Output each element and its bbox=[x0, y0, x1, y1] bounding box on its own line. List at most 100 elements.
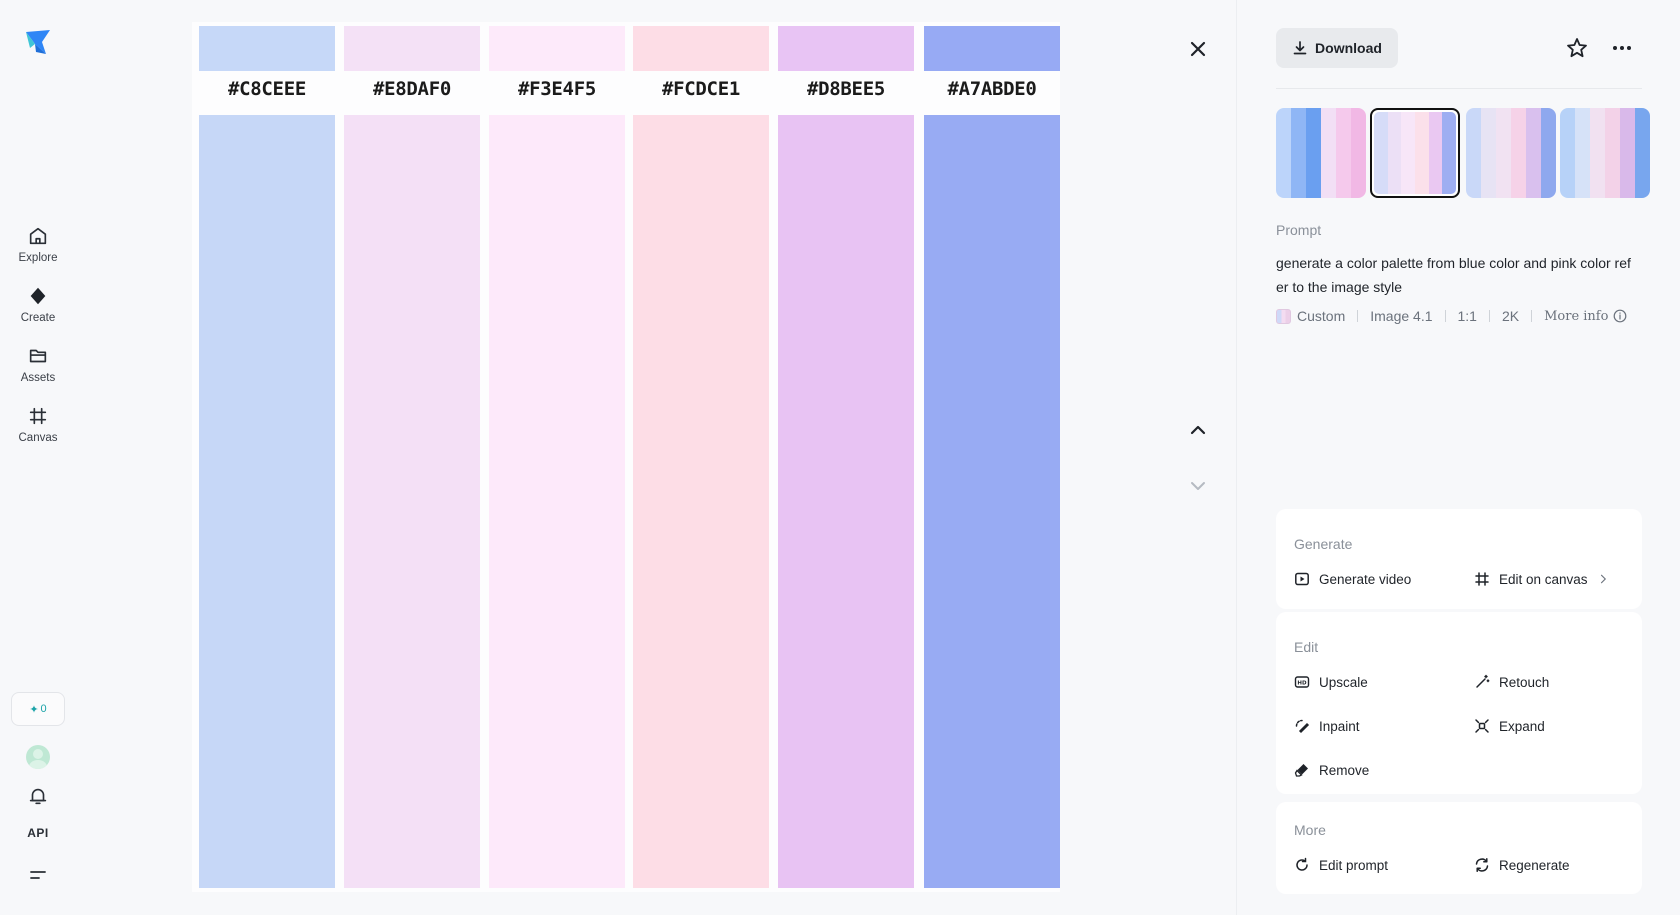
retouch-label: Retouch bbox=[1499, 674, 1550, 690]
credits-badge[interactable]: ✦ 0 bbox=[11, 692, 65, 726]
video-play-icon bbox=[1295, 572, 1309, 586]
close-icon[interactable] bbox=[1185, 36, 1211, 62]
thumbnail-stripe bbox=[1590, 108, 1605, 198]
palette-swatch: #C8CEEE bbox=[199, 26, 335, 888]
thumbnail-stripe bbox=[1560, 108, 1575, 198]
nav-canvas[interactable]: Canvas bbox=[6, 405, 70, 455]
meta-separator bbox=[1357, 310, 1359, 322]
style-thumbnail bbox=[1276, 308, 1291, 324]
more-title: More bbox=[1294, 822, 1326, 838]
app-logo-icon[interactable] bbox=[22, 26, 54, 58]
swatch-hex-label: #F3E4F5 bbox=[518, 78, 596, 100]
svg-text:HD: HD bbox=[1297, 681, 1307, 687]
regenerate-icon bbox=[1475, 858, 1489, 872]
home-icon bbox=[29, 227, 47, 245]
palette-swatch: #D8BEE5 bbox=[778, 26, 914, 888]
edit-on-canvas-button[interactable]: Edit on canvas bbox=[1474, 571, 1609, 587]
swatch-color-band bbox=[633, 115, 769, 888]
swatch-color-chip bbox=[633, 26, 769, 71]
meta-resolution: 2K bbox=[1501, 308, 1520, 324]
download-icon bbox=[1293, 41, 1307, 55]
swatch-hex-label: #E8DAF0 bbox=[373, 78, 451, 100]
panel-separator bbox=[1276, 88, 1642, 89]
thumbnail-stripe bbox=[1620, 108, 1635, 198]
inpaint-button[interactable]: Inpaint bbox=[1294, 718, 1360, 734]
image-thumbnail[interactable] bbox=[1466, 108, 1556, 198]
expand-button[interactable]: Expand bbox=[1474, 718, 1545, 734]
nav-create-label: Create bbox=[20, 312, 56, 324]
swatch-hex-label: #C8CEEE bbox=[228, 78, 306, 100]
swatch-color-chip bbox=[344, 26, 480, 71]
info-icon[interactable] bbox=[1613, 309, 1627, 323]
chevron-up-icon[interactable] bbox=[1185, 417, 1211, 443]
panel-divider bbox=[1236, 0, 1237, 915]
image-thumbnail[interactable] bbox=[1276, 108, 1366, 198]
meta-separator bbox=[1488, 310, 1490, 322]
image-thumbnail[interactable] bbox=[1560, 108, 1650, 198]
download-label: Download bbox=[1315, 40, 1382, 56]
generate-card: Generate Generate video Edit on canvas bbox=[1276, 509, 1642, 609]
thumbnail-stripe bbox=[1541, 108, 1556, 198]
thumbnail-stripe bbox=[1336, 108, 1351, 198]
regenerate-label: Regenerate bbox=[1499, 857, 1570, 873]
more-options-icon[interactable] bbox=[1610, 36, 1634, 60]
remove-label: Remove bbox=[1319, 762, 1370, 778]
edit-prompt-icon bbox=[1296, 857, 1308, 871]
image-thumbnail[interactable] bbox=[1370, 108, 1460, 198]
nav-create[interactable]: Create bbox=[6, 285, 70, 335]
meta-separator bbox=[1444, 310, 1446, 322]
expand-label: Expand bbox=[1499, 718, 1545, 734]
edit-prompt-label: Edit prompt bbox=[1319, 857, 1389, 873]
generation-meta: Custom Image 4.1 1:1 2K More info bbox=[1276, 307, 1627, 325]
thumbnail-stripe bbox=[1466, 108, 1481, 198]
hd-icon: HD bbox=[1294, 676, 1310, 688]
chevron-down-icon[interactable] bbox=[1185, 473, 1211, 499]
thumbnail-stripe bbox=[1351, 108, 1366, 198]
swatch-hex-label: #A7ABDE0 bbox=[947, 78, 1037, 100]
inpaint-brush-icon bbox=[1295, 719, 1310, 734]
thumbnail-stripe bbox=[1276, 108, 1291, 198]
nav-assets[interactable]: Assets bbox=[6, 345, 70, 395]
collapse-menu-icon[interactable] bbox=[29, 867, 47, 883]
thumbnail-stripe bbox=[1526, 108, 1541, 198]
generate-video-button[interactable]: Generate video bbox=[1294, 571, 1411, 587]
create-diamond-icon bbox=[30, 287, 46, 305]
regenerate-button[interactable]: Regenerate bbox=[1474, 857, 1570, 873]
chevron-right-icon bbox=[1600, 574, 1606, 584]
thumbnail-stripe bbox=[1415, 112, 1429, 194]
remove-button[interactable]: Remove bbox=[1294, 762, 1369, 778]
edit-title: Edit bbox=[1294, 639, 1319, 655]
nav-canvas-label: Canvas bbox=[18, 432, 58, 444]
swatch-color-band bbox=[199, 115, 335, 888]
upscale-button[interactable]: HD Upscale bbox=[1294, 674, 1368, 690]
thumbnail-stripe bbox=[1306, 108, 1321, 198]
retouch-button[interactable]: Retouch bbox=[1474, 674, 1549, 690]
generate-title: Generate bbox=[1294, 536, 1353, 552]
more-card: More Edit prompt Regenerate bbox=[1276, 802, 1642, 894]
palette-swatch: #F3E4F5 bbox=[489, 26, 625, 888]
api-link[interactable]: API bbox=[20, 826, 56, 840]
meta-model: Image 4.1 bbox=[1370, 308, 1433, 324]
star-icon[interactable] bbox=[1565, 36, 1589, 60]
edit-prompt-button[interactable]: Edit prompt bbox=[1294, 857, 1388, 873]
palette-swatch: #FCDCE1 bbox=[633, 26, 769, 888]
thumbnail-stripe bbox=[1428, 112, 1443, 194]
sparkle-icon: ✦ bbox=[29, 703, 39, 716]
meta-style: Custom bbox=[1297, 308, 1346, 324]
download-button[interactable]: Download bbox=[1276, 28, 1398, 68]
expand-icon bbox=[1475, 719, 1489, 733]
swatch-color-chip bbox=[199, 26, 335, 71]
thumbnail-stripe bbox=[1442, 112, 1456, 194]
bell-icon[interactable] bbox=[27, 785, 49, 807]
more-info-link[interactable]: More info bbox=[1544, 309, 1608, 324]
swatch-hex-label: #D8BEE5 bbox=[807, 78, 885, 100]
thumbnail-stripe bbox=[1575, 108, 1590, 198]
swatch-color-band bbox=[924, 115, 1060, 888]
user-avatar[interactable] bbox=[26, 745, 50, 769]
swatch-hex-label: #FCDCE1 bbox=[662, 78, 740, 100]
nav-explore[interactable]: Explore bbox=[6, 225, 70, 275]
credits-count: 0 bbox=[40, 703, 47, 715]
eraser-icon bbox=[1294, 764, 1308, 777]
thumbnail-stripe bbox=[1481, 108, 1496, 198]
edit-card: Edit HD Upscale Retouch Inpaint Expand R… bbox=[1276, 612, 1642, 794]
